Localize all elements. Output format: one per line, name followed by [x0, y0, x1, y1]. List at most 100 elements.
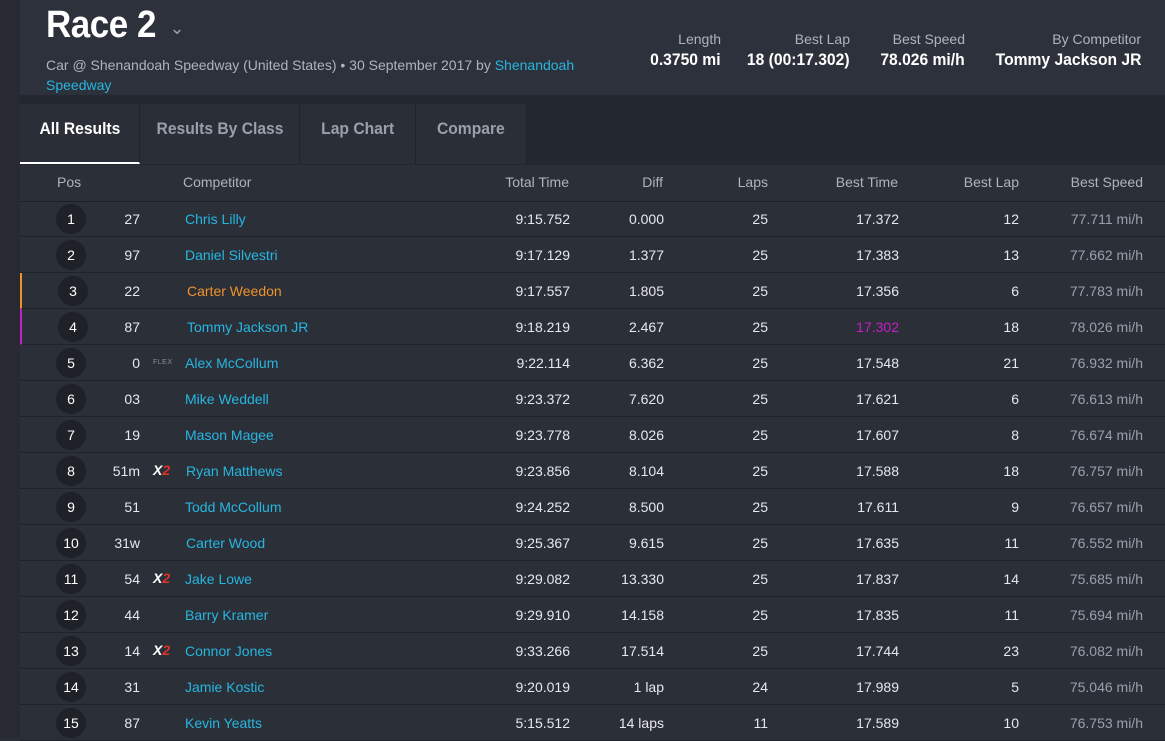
race-stats: Length 0.3750 mi Best Lap 18 (00:17.302)…	[645, 30, 1165, 80]
best-speed: 75.694 mi/h	[1069, 607, 1143, 623]
position-badge: 10	[56, 528, 86, 558]
table-row[interactable]: 7 19 Mason Magee 9:23.778 8.026 25 17.607 8 76.6…	[20, 417, 1165, 453]
table-row[interactable]: 2 97 Daniel Silvestri 9:17.129 1.377 25 17.383…	[20, 237, 1165, 273]
x2-number: 2	[162, 570, 171, 586]
best-lap: 11	[1004, 607, 1019, 623]
competitor-name-link[interactable]: Ryan Matthews	[186, 463, 282, 479]
total-time: 9:33.266	[515, 643, 571, 659]
col-best-lap[interactable]: Best Lap	[964, 174, 1019, 190]
table-row[interactable]: 1 27 Chris Lilly 9:15.752 0.000 25 17.372 12 77.…	[20, 201, 1165, 237]
laps: 25	[752, 463, 768, 479]
table-row[interactable]: 4 87 Tommy Jackson JR 9:18.219 2.467 25 17.302…	[20, 309, 1165, 345]
position-badge: 1	[56, 204, 86, 234]
col-best-time[interactable]: Best Time	[836, 174, 898, 190]
x2-letter: X	[153, 462, 163, 478]
tab-label: Results By Class	[156, 119, 283, 138]
diff: 1.377	[628, 247, 664, 263]
competitor-name-link[interactable]: Chris Lilly	[185, 211, 246, 227]
laps: 25	[752, 391, 768, 407]
diff: 17.514	[621, 643, 664, 659]
tab-lap-chart[interactable]: Lap Chart	[300, 104, 416, 164]
position-badge: 3	[58, 276, 88, 306]
table-row[interactable]: 5 0 FLEX Alex McCollum 9:22.114 6.362 25 17.548…	[20, 345, 1165, 381]
competitor-name-link[interactable]: Carter Weedon	[187, 283, 282, 299]
best-time: 17.989	[856, 679, 899, 695]
best-speed: 77.711 mi/h	[1070, 211, 1143, 227]
stat-value: Tommy Jackson JR	[995, 50, 1141, 69]
position-badge: 14	[56, 672, 86, 702]
car-number: 44	[124, 607, 140, 623]
table-row[interactable]: 8 51m X2 Ryan Matthews 9:23.856 8.104 25 17.588…	[20, 453, 1165, 489]
col-total-time[interactable]: Total Time	[505, 174, 569, 190]
car-number: 51m	[112, 463, 140, 479]
stat-label: By Competitor	[1052, 31, 1141, 47]
competitor-name-link[interactable]: Jamie Kostic	[185, 679, 264, 695]
tab-all-results[interactable]: All Results	[20, 104, 140, 164]
best-time: 17.588	[856, 463, 899, 479]
table-row[interactable]: 9 51 Todd McCollum 9:24.252 8.500 25 17.611 9 76…	[20, 489, 1165, 525]
competitor-name-link[interactable]: Carter Wood	[186, 535, 265, 551]
tab-results-by-class[interactable]: Results By Class	[140, 104, 300, 164]
best-time: 17.607	[856, 427, 899, 443]
table-row[interactable]: 15 87 Kevin Yeatts 5:15.512 14 laps 11 17.589 1…	[20, 705, 1165, 741]
table-header: Pos Competitor Total Time Diff Laps Best…	[20, 165, 1165, 202]
competitor-name-link[interactable]: Todd McCollum	[185, 499, 281, 515]
best-time: 17.621	[856, 391, 899, 407]
stat-value: 78.026 mi/h	[880, 50, 965, 69]
position-badge: 2	[56, 240, 86, 270]
best-time: 17.835	[856, 607, 899, 623]
x2-letter: X	[153, 642, 163, 658]
col-competitor[interactable]: Competitor	[183, 174, 251, 190]
col-pos[interactable]: Pos	[57, 174, 81, 190]
table-row[interactable]: 3 22 Carter Weedon 9:17.557 1.805 25 17.356 6 77…	[20, 273, 1165, 309]
best-lap: 13	[1003, 247, 1019, 263]
best-time: 17.548	[856, 355, 899, 371]
table-row[interactable]: 6 03 Mike Weddell 9:23.372 7.620 25 17.621 6 76.…	[20, 381, 1165, 417]
best-lap: 18	[1003, 319, 1019, 335]
best-time: 17.635	[856, 535, 899, 551]
tab-compare[interactable]: Compare	[416, 104, 527, 164]
table-row[interactable]: 14 31 Jamie Kostic 9:20.019 1 lap 24 17.989 5 75…	[20, 669, 1165, 705]
competitor-name-link[interactable]: Kevin Yeatts	[185, 715, 262, 731]
diff: 6.362	[628, 355, 664, 371]
competitor-name-link[interactable]: Connor Jones	[185, 643, 272, 659]
competitor-name-link[interactable]: Jake Lowe	[185, 571, 252, 587]
table-row[interactable]: 12 44 Barry Kramer 9:29.910 14.158 25 17.835 11…	[20, 597, 1165, 633]
col-laps[interactable]: Laps	[738, 174, 768, 190]
table-row[interactable]: 11 54 X2 Jake Lowe 9:29.082 13.330 25 17.837 14 7…	[20, 561, 1165, 597]
col-diff[interactable]: Diff	[642, 174, 663, 190]
diff: 7.620	[628, 391, 664, 407]
competitor-name-link[interactable]: Daniel Silvestri	[185, 247, 278, 263]
best-speed: 76.613 mi/h	[1069, 391, 1143, 407]
competitor-name-link[interactable]: Barry Kramer	[185, 607, 268, 623]
chevron-down-icon[interactable]: ⌄	[170, 18, 185, 39]
best-time: 17.383	[856, 247, 899, 263]
x2-badge: X2	[153, 462, 170, 478]
competitor-name-link[interactable]: Alex McCollum	[185, 355, 278, 371]
best-speed: 76.932 mi/h	[1069, 355, 1143, 371]
position-badge: 15	[56, 708, 86, 738]
total-time: 9:18.219	[515, 319, 571, 335]
best-time: 17.356	[856, 283, 899, 299]
best-lap: 14	[1003, 571, 1019, 587]
col-best-speed[interactable]: Best Speed	[1071, 174, 1143, 190]
stat-value: 18 (00:17.302)	[747, 50, 850, 69]
diff: 2.467	[628, 319, 664, 335]
diff: 14 laps	[618, 715, 664, 731]
best-speed: 78.026 mi/h	[1069, 319, 1143, 335]
competitor-name-link[interactable]: Mike Weddell	[185, 391, 269, 407]
diff: 9.615	[628, 535, 664, 551]
total-time: 9:17.129	[515, 247, 571, 263]
car-number: 22	[124, 283, 140, 299]
table-row[interactable]: 10 31w Carter Wood 9:25.367 9.615 25 17.635 11 7…	[20, 525, 1165, 561]
left-gutter	[0, 0, 20, 737]
competitor-name-link[interactable]: Mason Magee	[185, 427, 274, 443]
laps: 25	[752, 247, 768, 263]
table-row[interactable]: 13 14 X2 Connor Jones 9:33.266 17.514 25 17.744…	[20, 633, 1165, 669]
total-time: 9:20.019	[515, 679, 571, 695]
car-number: 87	[124, 319, 140, 335]
competitor-name-link[interactable]: Tommy Jackson JR	[187, 319, 308, 335]
diff: 8.104	[628, 463, 664, 479]
total-time: 5:15.512	[515, 715, 571, 731]
position-badge: 5	[56, 348, 86, 378]
